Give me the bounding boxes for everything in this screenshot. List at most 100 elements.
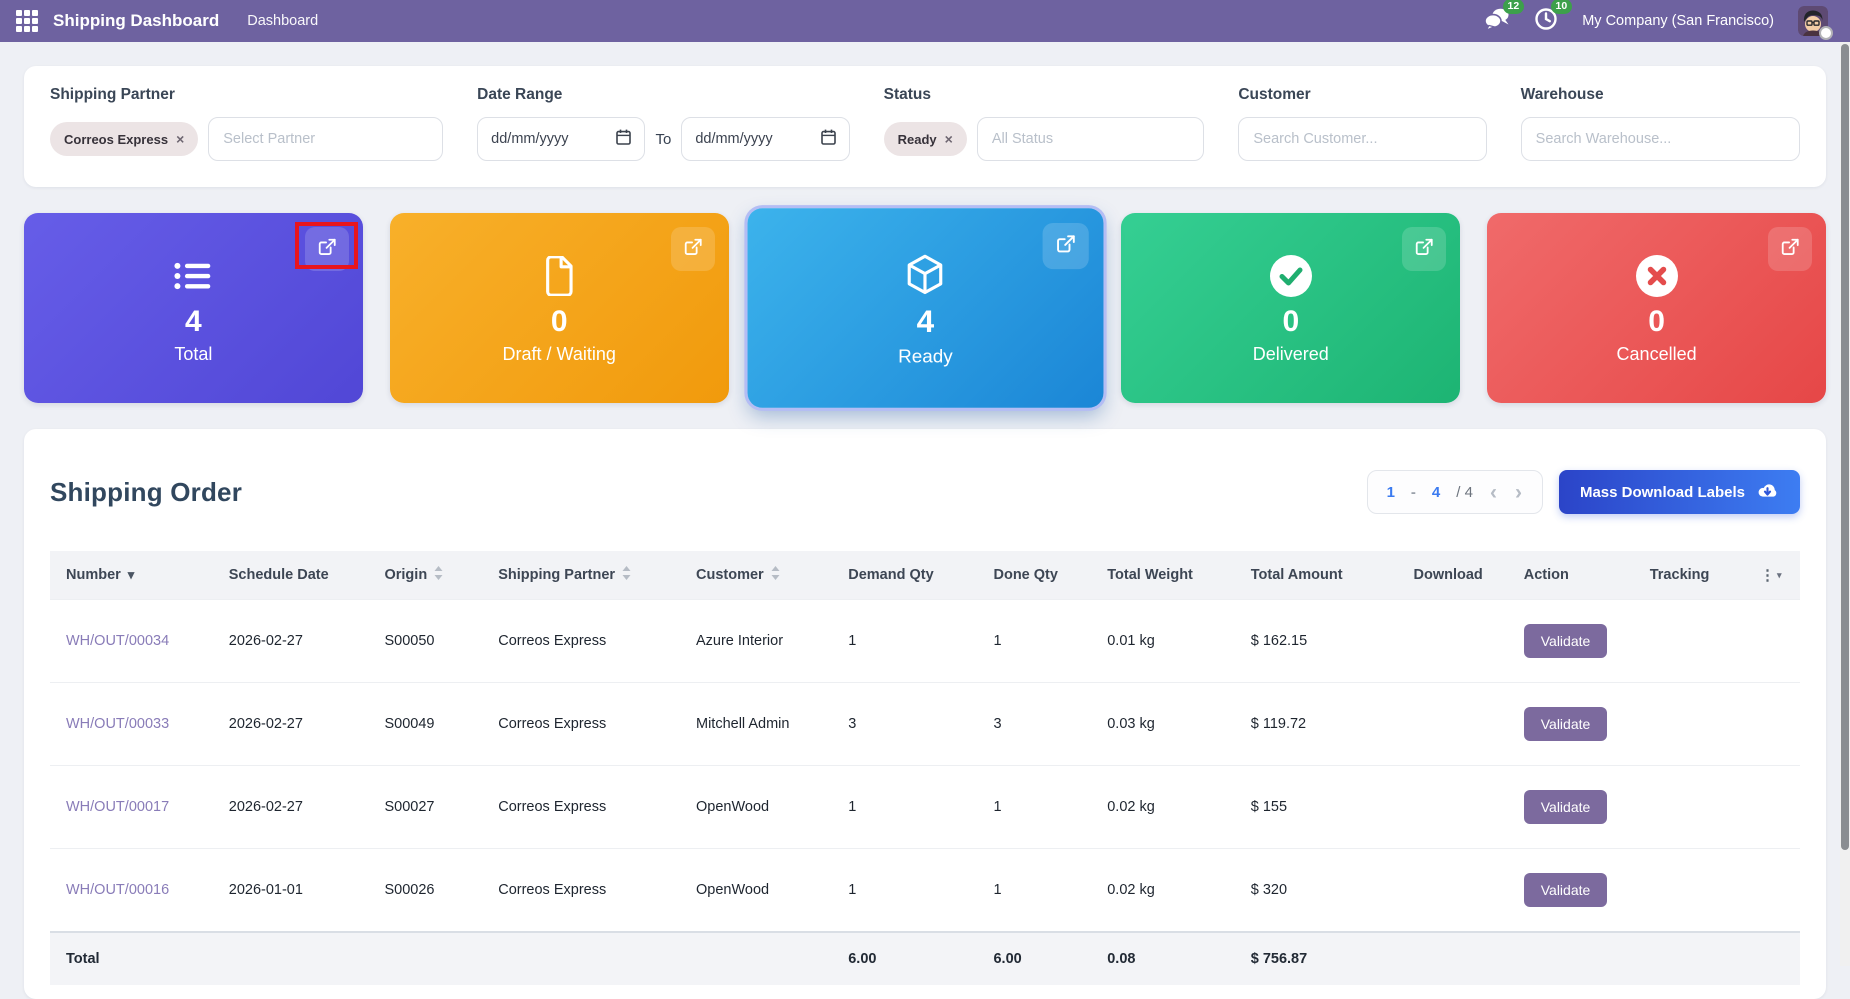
vertical-scrollbar[interactable] [1840, 42, 1850, 966]
origin-cell: S00026 [368, 848, 483, 933]
filter-status: Status Ready × [883, 86, 1205, 161]
stat-card-total[interactable]: 4 Total [24, 213, 363, 403]
date-from-input[interactable]: dd/mm/yyyy [477, 117, 646, 161]
download-cell [1397, 599, 1508, 683]
messages-button[interactable]: 12 [1484, 0, 1525, 36]
customer-cell: Mitchell Admin [679, 682, 833, 766]
totals-total-weight: 0.08 [1091, 931, 1235, 986]
column-header-customer[interactable]: Customer [679, 551, 833, 600]
open-external-button[interactable] [670, 227, 715, 271]
origin-cell: S00050 [368, 599, 483, 683]
open-external-button[interactable] [1041, 222, 1089, 270]
chevron-left-icon[interactable]: ‹ [1489, 482, 1498, 503]
calendar-icon[interactable] [616, 129, 632, 149]
column-header-schedule-date[interactable]: Schedule Date [212, 551, 369, 600]
scrollbar-thumb[interactable] [1841, 44, 1849, 850]
pagination-range-separator: - [1410, 483, 1416, 501]
validate-button[interactable]: Validate [1523, 707, 1608, 742]
cloud-download-icon [1756, 481, 1779, 503]
open-external-button[interactable] [1767, 227, 1812, 271]
schedule-date-cell: 2026-02-27 [212, 765, 369, 849]
status-tag[interactable]: Ready × [883, 122, 967, 156]
done-qty-cell: 1 [977, 848, 1092, 933]
shipping-partner-label: Shipping Partner [50, 86, 175, 103]
column-header-total-weight: Total Weight [1091, 551, 1235, 600]
external-link-icon [1414, 237, 1434, 262]
validate-button[interactable]: Validate [1523, 790, 1608, 825]
user-avatar[interactable] [1798, 6, 1833, 40]
totals-total-amount: $ 756.87 [1234, 931, 1398, 986]
demand-qty-cell: 1 [832, 848, 978, 933]
open-external-button[interactable] [304, 227, 349, 271]
schedule-date-cell: 2026-01-01 [212, 848, 369, 933]
validate-button[interactable]: Validate [1523, 624, 1608, 659]
status-tag-remove-icon[interactable]: × [945, 131, 953, 147]
tracking-cell [1633, 765, 1744, 849]
shipping-partner-cell: Correos Express [482, 765, 680, 849]
chevron-right-icon[interactable]: › [1514, 482, 1523, 503]
schedule-date-cell: 2026-02-27 [212, 682, 369, 766]
activities-button[interactable]: 10 [1534, 0, 1573, 36]
date-to-value: dd/mm/yyyy [695, 131, 773, 147]
external-link-icon [1055, 233, 1076, 259]
stat-value: 0 [550, 304, 568, 338]
app-title: Shipping Dashboard [53, 11, 220, 30]
pagination-range-end[interactable]: 4 [1432, 484, 1440, 501]
order-number-link[interactable]: WH/OUT/00034 [66, 633, 169, 649]
stat-card-draft-waiting[interactable]: 0 Draft / Waiting [389, 213, 729, 403]
totals-row: Total 6.00 6.00 0.08 $ 756.87 [50, 931, 1800, 986]
total-weight-cell: 0.03 kg [1091, 682, 1235, 766]
messages-count-badge: 12 [1502, 0, 1525, 15]
sort-both-icon [434, 566, 443, 584]
column-header-options[interactable]: ⋮ ▾ [1743, 551, 1800, 600]
validate-button[interactable]: Validate [1523, 873, 1608, 908]
shipping-partner-input[interactable] [208, 117, 444, 161]
shipping-partner-tag[interactable]: Correos Express × [50, 122, 199, 156]
column-header-origin[interactable]: Origin [368, 551, 483, 600]
date-to-input[interactable]: dd/mm/yyyy [681, 117, 850, 161]
shipping-partner-tag-label: Correos Express [64, 131, 169, 147]
pagination: 1 - 4 / 4 ‹ › [1366, 470, 1543, 515]
total-amount-cell: $ 320 [1234, 848, 1398, 933]
external-link-icon [683, 237, 703, 262]
shipping-partner-tag-remove-icon[interactable]: × [176, 131, 184, 147]
customer-cell: OpenWood [679, 848, 833, 933]
order-number-link[interactable]: WH/OUT/00016 [66, 882, 169, 898]
stat-label: Cancelled [1616, 343, 1697, 364]
shipping-partner-cell: Correos Express [482, 848, 680, 933]
stat-card-ready-selected[interactable]: 4 Ready [747, 208, 1103, 408]
filter-warehouse: Warehouse [1520, 86, 1801, 161]
pagination-range-start[interactable]: 1 [1387, 484, 1395, 501]
x-circle-icon [1635, 252, 1679, 300]
open-external-button[interactable] [1402, 227, 1447, 271]
stat-value: 4 [185, 304, 202, 338]
company-menu[interactable]: My Company (San Francisco) [1582, 13, 1774, 29]
calendar-icon[interactable] [820, 129, 836, 149]
total-weight-cell: 0.01 kg [1091, 599, 1235, 683]
row-options-cell [1743, 765, 1800, 849]
stat-cards-row: 4 Total 0 Draft / Waiting 4 Ready 0 Deli… [24, 208, 1826, 408]
totals-done-qty: 6.00 [977, 931, 1092, 986]
order-number-link[interactable]: WH/OUT/00017 [66, 799, 169, 815]
status-input[interactable] [976, 117, 1205, 161]
warehouse-search-input[interactable] [1520, 117, 1801, 161]
table-header-row: Number ▾ Schedule Date Origin Shipping Pa… [50, 551, 1800, 600]
download-cell [1397, 682, 1508, 766]
warehouse-label: Warehouse [1520, 86, 1604, 103]
customer-search-input[interactable] [1238, 117, 1487, 161]
row-options-cell [1743, 682, 1800, 766]
column-header-shipping-partner[interactable]: Shipping Partner [482, 551, 680, 600]
menu-dashboard[interactable]: Dashboard [247, 13, 318, 29]
mass-download-labels-button[interactable]: Mass Download Labels [1558, 470, 1800, 515]
totals-demand-qty: 6.00 [832, 931, 978, 986]
stat-card-cancelled[interactable]: 0 Cancelled [1487, 213, 1826, 403]
shipping-order-table: Number ▾ Schedule Date Origin Shipping Pa… [50, 551, 1800, 986]
column-header-tracking: Tracking [1633, 551, 1744, 600]
user-status-dot [1819, 26, 1833, 40]
customer-cell: OpenWood [679, 765, 833, 849]
apps-grid-icon[interactable] [16, 10, 38, 32]
stat-card-delivered[interactable]: 0 Delivered [1121, 213, 1461, 403]
order-number-link[interactable]: WH/OUT/00033 [66, 716, 169, 732]
column-header-number[interactable]: Number ▾ [50, 551, 213, 600]
sort-desc-icon: ▾ [127, 567, 135, 583]
